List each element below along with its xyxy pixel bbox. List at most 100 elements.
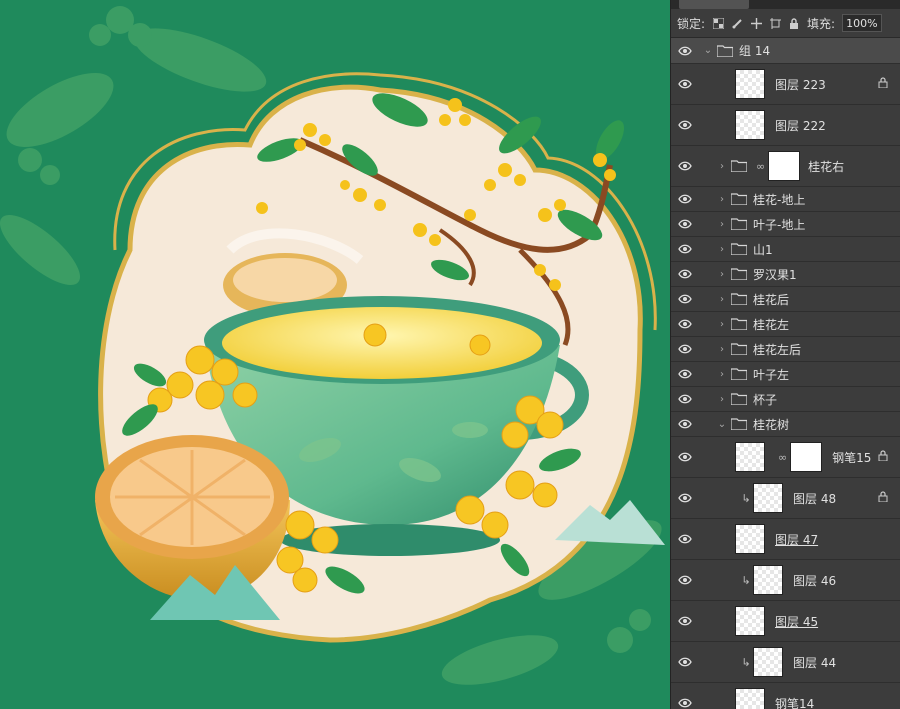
layer-name[interactable]: 桂花左 bbox=[753, 316, 789, 333]
visibility-eye-icon[interactable] bbox=[671, 616, 699, 626]
layer-name[interactable]: 图层 48 bbox=[793, 490, 836, 507]
layer-row[interactable]: › 叶子左 bbox=[671, 362, 900, 387]
visibility-eye-icon[interactable] bbox=[671, 269, 699, 279]
layer-name[interactable]: 图层 222 bbox=[775, 117, 826, 134]
layer-name[interactable]: 山1 bbox=[753, 241, 773, 258]
layer-row[interactable]: › 罗汉果1 bbox=[671, 262, 900, 287]
layer-mask-thumbnail[interactable] bbox=[768, 151, 801, 181]
layer-thumbnail[interactable] bbox=[735, 110, 765, 140]
layer-thumbnail[interactable] bbox=[735, 606, 765, 636]
visibility-eye-icon[interactable] bbox=[671, 394, 699, 404]
chevron-right-icon[interactable]: › bbox=[717, 194, 727, 205]
layer-thumbnail[interactable] bbox=[753, 647, 783, 677]
chevron-right-icon[interactable]: › bbox=[717, 294, 727, 305]
layer-thumbnail[interactable] bbox=[735, 688, 765, 709]
visibility-eye-icon[interactable] bbox=[671, 419, 699, 429]
lock-move-icon[interactable] bbox=[750, 17, 762, 29]
layer-name[interactable]: 罗汉果1 bbox=[753, 266, 797, 283]
mask-link-icon[interactable]: ∞ bbox=[778, 451, 787, 464]
visibility-eye-icon[interactable] bbox=[671, 294, 699, 304]
fill-label: 填充: bbox=[807, 16, 836, 31]
layer-thumbnail[interactable] bbox=[753, 483, 783, 513]
layer-name[interactable]: 图层 47 bbox=[775, 531, 818, 548]
visibility-eye-icon[interactable] bbox=[671, 344, 699, 354]
visibility-eye-icon[interactable] bbox=[671, 319, 699, 329]
visibility-eye-icon[interactable] bbox=[671, 244, 699, 254]
visibility-eye-icon[interactable] bbox=[671, 657, 699, 667]
layer-name[interactable]: 桂花左后 bbox=[753, 341, 801, 358]
layer-row[interactable]: › 叶子-地上 bbox=[671, 212, 900, 237]
chevron-right-icon[interactable]: › bbox=[717, 394, 727, 405]
layer-lock-icon bbox=[878, 77, 888, 91]
artwork-canvas[interactable] bbox=[0, 0, 670, 709]
fill-input[interactable]: 100% bbox=[842, 14, 883, 32]
layer-row[interactable]: › 桂花左 bbox=[671, 312, 900, 337]
layer-name[interactable]: 叶子左 bbox=[753, 366, 789, 383]
layer-name[interactable]: 图层 45 bbox=[775, 613, 818, 630]
visibility-eye-icon[interactable] bbox=[671, 161, 699, 171]
folder-icon bbox=[727, 193, 753, 205]
visibility-eye-icon[interactable] bbox=[671, 194, 699, 204]
layer-name[interactable]: 桂花后 bbox=[753, 291, 789, 308]
layer-row[interactable]: 图层 223 bbox=[671, 64, 900, 105]
layer-mask-thumbnail[interactable] bbox=[790, 442, 823, 472]
visibility-eye-icon[interactable] bbox=[671, 452, 699, 462]
visibility-eye-icon[interactable] bbox=[671, 534, 699, 544]
layer-row[interactable]: 图层 45 bbox=[671, 601, 900, 642]
layer-row[interactable]: ∞ 钢笔15 bbox=[671, 437, 900, 478]
layer-row[interactable]: ↳ 图层 48 bbox=[671, 478, 900, 519]
layer-row[interactable]: ↳ 图层 44 bbox=[671, 642, 900, 683]
visibility-eye-icon[interactable] bbox=[671, 120, 699, 130]
layer-name[interactable]: 桂花右 bbox=[808, 158, 844, 175]
layer-row[interactable]: › 杯子 bbox=[671, 387, 900, 412]
visibility-eye-icon[interactable] bbox=[671, 575, 699, 585]
layer-name[interactable]: 杯子 bbox=[753, 391, 777, 408]
lock-transparent-icon[interactable] bbox=[712, 17, 724, 29]
layer-thumbnail[interactable] bbox=[735, 442, 765, 472]
layer-row[interactable]: › 桂花后 bbox=[671, 287, 900, 312]
layer-thumbnail[interactable] bbox=[735, 69, 765, 99]
lock-brush-icon[interactable] bbox=[731, 17, 743, 29]
visibility-eye-icon[interactable] bbox=[671, 698, 699, 708]
chevron-right-icon[interactable]: › bbox=[717, 244, 727, 255]
layer-row[interactable]: ⌄ 组 14 bbox=[671, 38, 900, 64]
layer-thumbnail[interactable] bbox=[753, 565, 783, 595]
layer-name[interactable]: 图层 46 bbox=[793, 572, 836, 589]
layer-row[interactable]: ↳ 图层 46 bbox=[671, 560, 900, 601]
layer-name[interactable]: 钢笔15 bbox=[832, 449, 871, 466]
chevron-down-icon[interactable]: ⌄ bbox=[703, 45, 713, 56]
chevron-right-icon[interactable]: › bbox=[717, 219, 727, 230]
chevron-right-icon[interactable]: › bbox=[717, 161, 727, 172]
chevron-right-icon[interactable]: › bbox=[717, 369, 727, 380]
visibility-eye-icon[interactable] bbox=[671, 369, 699, 379]
chevron-right-icon[interactable]: › bbox=[717, 344, 727, 355]
layer-name[interactable]: 钢笔14 bbox=[775, 695, 814, 709]
visibility-eye-icon[interactable] bbox=[671, 219, 699, 229]
chevron-down-icon[interactable]: ⌄ bbox=[717, 419, 727, 430]
layer-name[interactable]: 图层 223 bbox=[775, 76, 826, 93]
visibility-eye-icon[interactable] bbox=[671, 46, 699, 56]
chevron-right-icon[interactable]: › bbox=[717, 319, 727, 330]
layer-row[interactable]: 图层 47 bbox=[671, 519, 900, 560]
lock-artboard-icon[interactable] bbox=[769, 17, 781, 29]
mask-link-icon[interactable]: ∞ bbox=[756, 160, 765, 173]
layer-row[interactable]: › 桂花左后 bbox=[671, 337, 900, 362]
layer-row[interactable]: ⌄ 桂花树 bbox=[671, 412, 900, 437]
visibility-eye-icon[interactable] bbox=[671, 79, 699, 89]
layers-tab[interactable] bbox=[679, 0, 749, 9]
visibility-eye-icon[interactable] bbox=[671, 493, 699, 503]
layer-name[interactable]: 叶子-地上 bbox=[753, 216, 805, 233]
layer-row[interactable]: › 桂花-地上 bbox=[671, 187, 900, 212]
layer-row[interactable]: › ∞ 桂花右 bbox=[671, 146, 900, 187]
clipping-mask-icon: ↳ bbox=[741, 573, 751, 587]
layer-name[interactable]: 桂花树 bbox=[753, 416, 789, 433]
layer-name[interactable]: 桂花-地上 bbox=[753, 191, 805, 208]
layer-thumbnail[interactable] bbox=[735, 524, 765, 554]
chevron-right-icon[interactable]: › bbox=[717, 269, 727, 280]
layer-name[interactable]: 图层 44 bbox=[793, 654, 836, 671]
lock-all-icon[interactable] bbox=[788, 17, 800, 29]
layer-row[interactable]: 图层 222 bbox=[671, 105, 900, 146]
layer-row[interactable]: › 山1 bbox=[671, 237, 900, 262]
layer-row[interactable]: 钢笔14 bbox=[671, 683, 900, 709]
layer-name[interactable]: 组 14 bbox=[739, 42, 770, 59]
